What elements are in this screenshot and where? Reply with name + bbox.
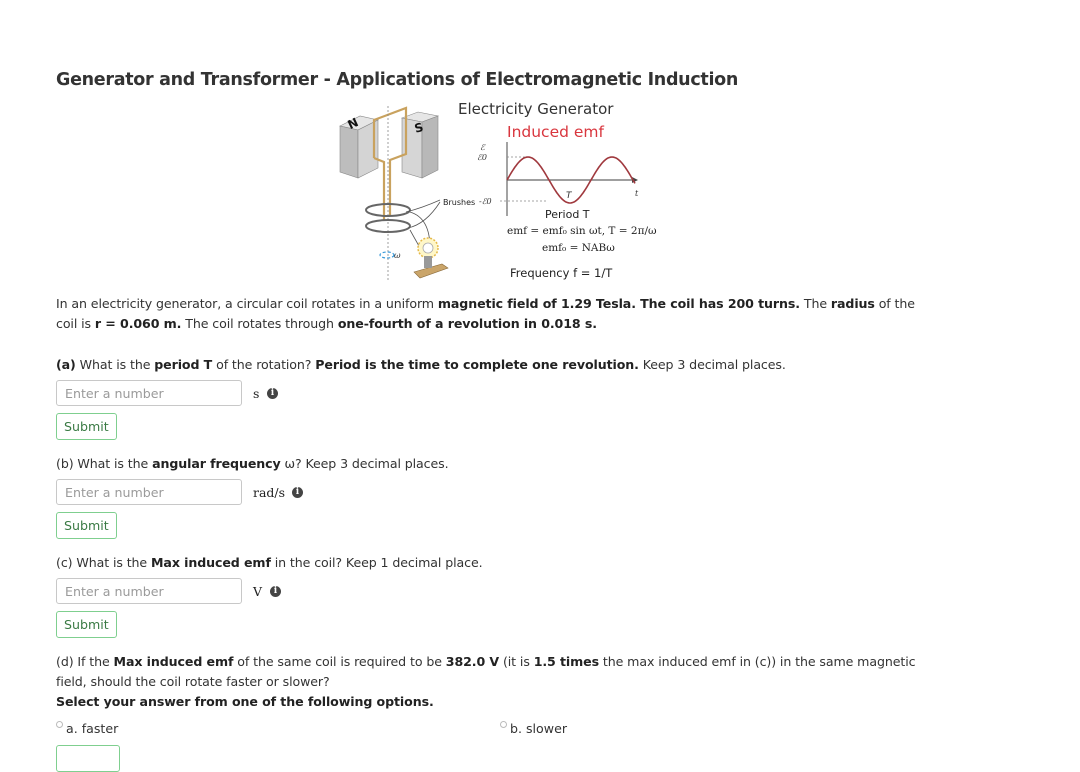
bold-text: radius: [830, 296, 875, 311]
text-run: In an electricity generator, a circular …: [56, 296, 438, 311]
question-c-input[interactable]: [56, 578, 242, 604]
question-c-unit: V: [253, 584, 263, 599]
question-d-line-1: (d) If the Max induced emf of the same c…: [56, 652, 916, 672]
question-a-submit-button[interactable]: Submit: [56, 413, 117, 440]
y-min-label: -ℰ0: [479, 197, 492, 206]
text-run: What is the: [75, 357, 155, 372]
text-run: (d) If the: [56, 654, 114, 669]
text-run: The: [799, 296, 831, 311]
generator-diagram: N S ω ℰ ℰ0 -ℰ0 t T: [339, 106, 639, 280]
page-title: Generator and Transformer - Applications…: [56, 70, 739, 90]
text-run: of the rotation?: [212, 357, 316, 372]
text-run: of the: [874, 296, 915, 311]
x-axis-label: t: [635, 189, 639, 198]
bold-text: period T: [154, 357, 213, 372]
problem-line-2: coil is r = 0.060 m. The coil rotates th…: [56, 314, 915, 334]
generator-figure: N S ω ℰ ℰ0 -ℰ0 t T Electricity Generator…: [330, 98, 670, 288]
rotation-arrow-icon: ω: [379, 251, 401, 260]
bold-text: Max induced emf: [113, 654, 234, 669]
problem-line-1: In an electricity generator, a circular …: [56, 294, 915, 314]
bold-text: one-fourth of a revolution in 0.018 s.: [337, 316, 597, 331]
text-run: (c) What is the: [56, 555, 151, 570]
bold-text: (a): [56, 357, 76, 372]
option-slower[interactable]: b. slower: [500, 721, 567, 736]
text-run: (it is: [499, 654, 534, 669]
period-caption: Period T: [545, 208, 590, 221]
omega-label: ω: [394, 251, 401, 260]
question-d-submit-button[interactable]: [56, 745, 120, 772]
option-faster-label: a. faster: [66, 721, 119, 736]
magnet-s: S: [400, 111, 440, 179]
problem-statement: In an electricity generator, a circular …: [56, 294, 915, 334]
option-faster[interactable]: a. faster: [56, 721, 118, 736]
y-axis-label: ℰ: [480, 143, 486, 152]
text-run: ω? Keep 3 decimal places.: [280, 456, 449, 471]
figure-emf-title: Induced emf: [507, 123, 604, 141]
bold-text: 382.0 V: [445, 654, 500, 669]
text-run: The coil rotates through: [181, 316, 338, 331]
info-icon[interactable]: i: [292, 487, 303, 498]
question-a-text: (a) What is the period T of the rotation…: [56, 357, 786, 372]
question-d-text: (d) If the Max induced emf of the same c…: [56, 652, 916, 712]
emf0-formula: emf₀ = NABω: [542, 242, 615, 254]
emf-graph: ℰ ℰ0 -ℰ0 t T: [477, 142, 639, 216]
emf-formula: emf = emf₀ sin ωt, T = 2π/ω: [507, 225, 657, 237]
bold-text: Period is the time to complete one revol…: [315, 357, 639, 372]
question-c-submit-button[interactable]: Submit: [56, 611, 117, 638]
bold-text: angular frequency: [152, 456, 281, 471]
question-b-unit: rad/s: [253, 485, 286, 500]
radio-button[interactable]: [500, 721, 507, 728]
question-d-line-2: field, should the coil rotate faster or …: [56, 674, 330, 689]
bold-text: 1.5 times: [533, 654, 599, 669]
question-a-unit: s: [253, 386, 260, 401]
text-run: the max induced emf in (c)) in the same …: [598, 654, 916, 669]
brushes-label: Brushes: [443, 198, 476, 207]
text-run: (b) What is the: [56, 456, 153, 471]
bold-text: r = 0.060 m.: [94, 316, 182, 331]
question-a-input[interactable]: [56, 380, 242, 406]
magnet-n: N: [339, 115, 379, 179]
question-b-submit-button[interactable]: Submit: [56, 512, 117, 539]
radio-button[interactable]: [56, 721, 63, 728]
y-max-label: ℰ0: [477, 153, 487, 162]
info-icon[interactable]: i: [267, 388, 278, 399]
frequency-caption: Frequency f = 1/T: [510, 266, 613, 280]
question-c-text: (c) What is the Max induced emf in the c…: [56, 555, 483, 570]
bold-text: Max induced emf: [150, 555, 271, 570]
text-run: in the coil? Keep 1 decimal place.: [270, 555, 483, 570]
info-icon[interactable]: i: [270, 586, 281, 597]
text-run: coil is: [56, 316, 95, 331]
question-b-input[interactable]: [56, 479, 242, 505]
period-mark: T: [566, 191, 573, 201]
question-d-instruction: Select your answer from one of the follo…: [56, 694, 434, 709]
option-slower-label: b. slower: [510, 721, 567, 736]
question-b-text: (b) What is the angular frequency ω? Kee…: [56, 456, 449, 471]
figure-title: Electricity Generator: [458, 100, 614, 118]
text-run: of the same coil is required to be: [233, 654, 446, 669]
bold-text: magnetic field of 1.29 Tesla. The coil h…: [437, 296, 800, 311]
light-bulb-icon: [413, 237, 449, 279]
text-run: Keep 3 decimal places.: [638, 357, 786, 372]
